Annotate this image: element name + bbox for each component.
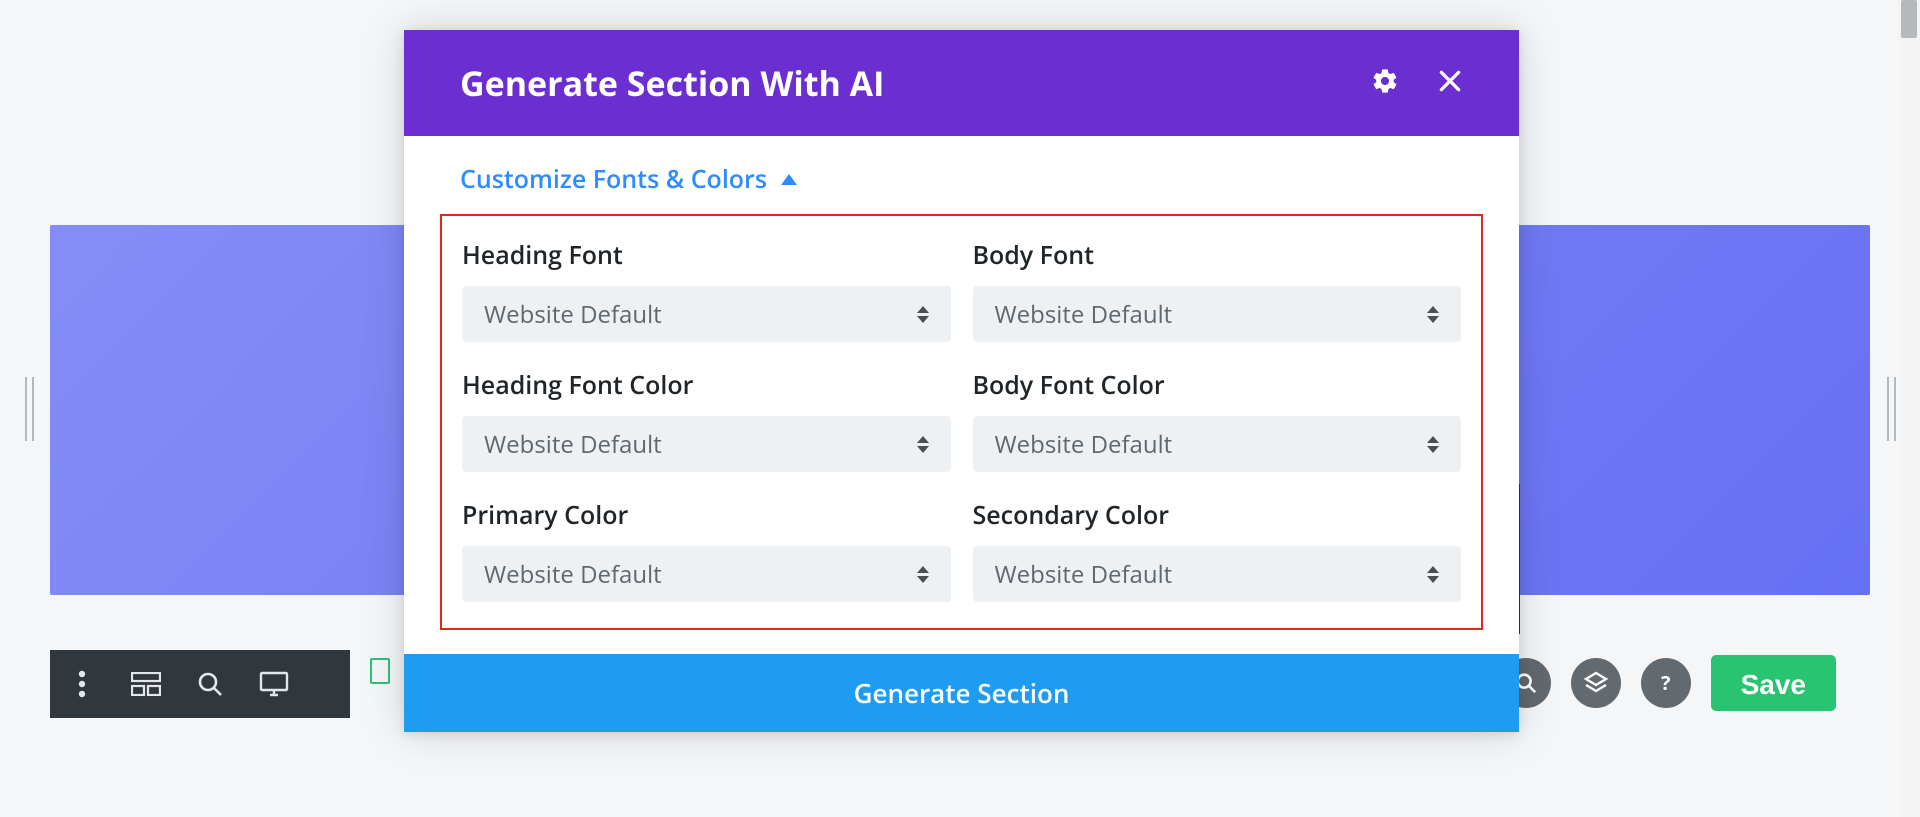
secondary-color-label: Secondary Color <box>973 498 1462 532</box>
heading-font-color-value: Website Default <box>484 428 662 461</box>
customize-toggle-label: Customize Fonts & Colors <box>460 162 767 196</box>
desktop-icon[interactable] <box>256 671 292 697</box>
generate-section-modal: Generate Section With AI Customize Fonts… <box>404 30 1519 732</box>
wireframe-icon[interactable] <box>128 672 164 696</box>
font-color-options-panel: Heading Font Website Default Body Font W… <box>440 214 1483 630</box>
select-arrows-icon <box>917 436 929 453</box>
heading-font-color-select[interactable]: Website Default <box>462 416 951 472</box>
tablet-mode-icon[interactable] <box>370 658 390 684</box>
secondary-color-group: Secondary Color Website Default <box>973 498 1462 602</box>
kebab-menu-icon[interactable] <box>64 670 100 698</box>
heading-font-label: Heading Font <box>462 238 951 272</box>
heading-font-group: Heading Font Website Default <box>462 238 951 342</box>
heading-font-select[interactable]: Website Default <box>462 286 951 342</box>
svg-text:?: ? <box>1661 671 1671 695</box>
body-font-label: Body Font <box>973 238 1462 272</box>
drag-handle-left[interactable] <box>18 377 40 441</box>
select-arrows-icon <box>1427 306 1439 323</box>
drag-handle-right[interactable] <box>1880 377 1902 441</box>
gear-icon[interactable] <box>1371 67 1399 100</box>
primary-color-label: Primary Color <box>462 498 951 532</box>
body-font-select[interactable]: Website Default <box>973 286 1462 342</box>
secondary-color-value: Website Default <box>995 558 1173 591</box>
select-arrows-icon <box>917 566 929 583</box>
layers-circle-button[interactable] <box>1571 658 1621 708</box>
generate-section-button[interactable]: Generate Section <box>404 654 1519 732</box>
body-font-color-label: Body Font Color <box>973 368 1462 402</box>
help-circle-button[interactable]: ? <box>1641 658 1691 708</box>
modal-header-actions <box>1371 67 1463 100</box>
primary-color-group: Primary Color Website Default <box>462 498 951 602</box>
primary-color-select[interactable]: Website Default <box>462 546 951 602</box>
save-button[interactable]: Save <box>1711 655 1836 711</box>
heading-font-color-group: Heading Font Color Website Default <box>462 368 951 472</box>
modal-header: Generate Section With AI <box>404 30 1519 136</box>
body-font-color-select[interactable]: Website Default <box>973 416 1462 472</box>
heading-font-color-label: Heading Font Color <box>462 368 951 402</box>
body-font-group: Body Font Website Default <box>973 238 1462 342</box>
caret-up-icon <box>781 174 797 185</box>
secondary-color-select[interactable]: Website Default <box>973 546 1462 602</box>
select-arrows-icon <box>1427 566 1439 583</box>
heading-font-value: Website Default <box>484 298 662 331</box>
select-arrows-icon <box>917 306 929 323</box>
bottom-toolbar <box>50 650 350 718</box>
body-font-color-group: Body Font Color Website Default <box>973 368 1462 472</box>
body-font-color-value: Website Default <box>995 428 1173 461</box>
body-font-value: Website Default <box>995 298 1173 331</box>
zoom-icon[interactable] <box>192 671 228 697</box>
customize-fonts-colors-toggle[interactable]: Customize Fonts & Colors <box>404 136 1519 214</box>
close-icon[interactable] <box>1437 68 1463 99</box>
modal-title: Generate Section With AI <box>460 60 884 106</box>
primary-color-value: Website Default <box>484 558 662 591</box>
select-arrows-icon <box>1427 436 1439 453</box>
bottom-right-actions: ? Save <box>1501 655 1836 711</box>
